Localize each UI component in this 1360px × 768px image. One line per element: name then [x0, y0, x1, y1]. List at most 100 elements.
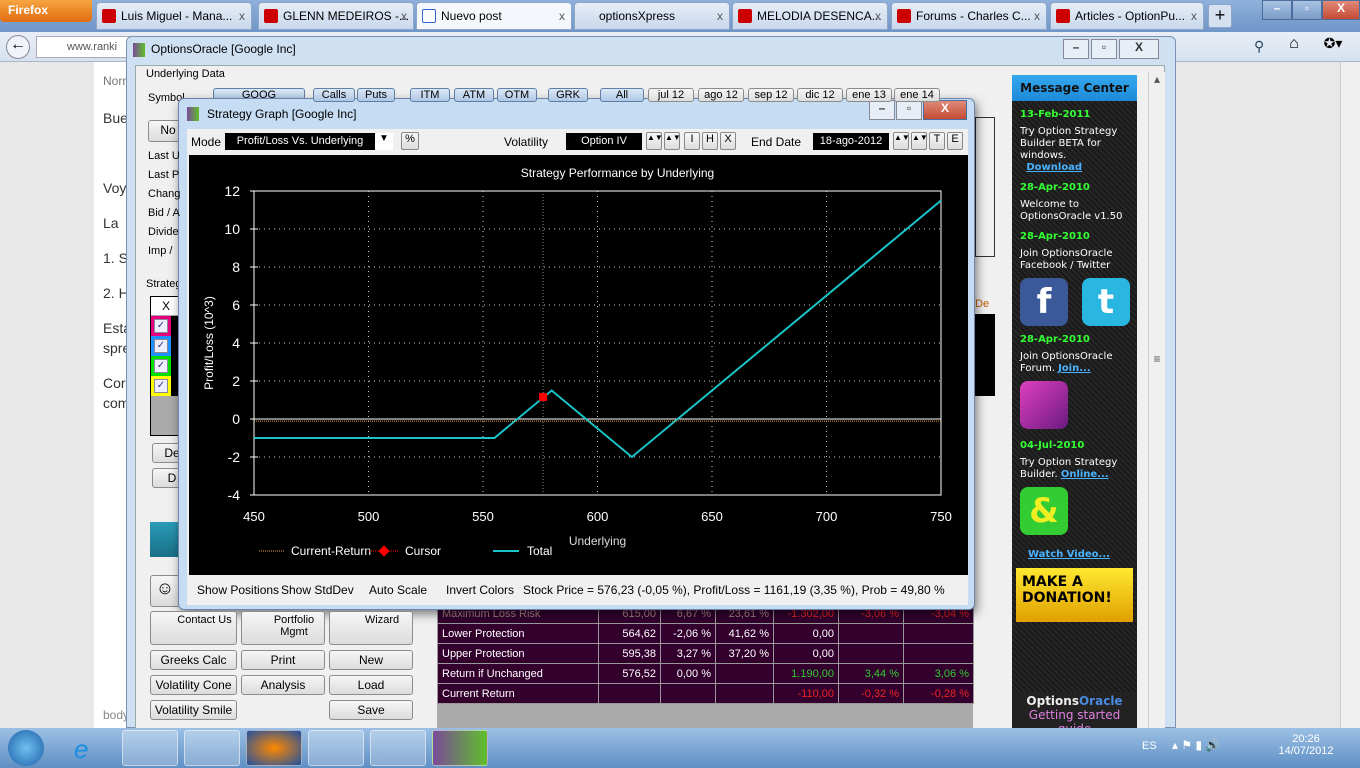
maximize-button[interactable]: ▫: [1292, 0, 1322, 20]
show-positions-button[interactable]: Show Positions: [197, 583, 279, 597]
browser-tab[interactable]: Forums - Charles C... x: [891, 2, 1047, 30]
options-scrollbar[interactable]: [975, 117, 995, 257]
home-icon[interactable]: ⌂: [1282, 35, 1306, 59]
language-indicator[interactable]: ES: [1142, 740, 1157, 752]
window-scrollbar[interactable]: ▴ ≡: [1148, 72, 1165, 728]
tool-button[interactable]: Save: [329, 700, 413, 720]
percent-button[interactable]: %: [401, 132, 419, 150]
download-link[interactable]: Download: [1026, 162, 1082, 173]
join-link[interactable]: Join...: [1058, 363, 1091, 374]
page-scrollbar[interactable]: [1340, 62, 1360, 728]
twitter-icon[interactable]: t: [1082, 278, 1130, 326]
tool-button[interactable]: Load: [329, 675, 413, 695]
expiration-button[interactable]: E: [947, 132, 963, 150]
browser-tab[interactable]: optionsXpress x: [574, 2, 730, 30]
end-date-spinner[interactable]: ▲▼: [911, 132, 928, 150]
tab-close-icon[interactable]: x: [239, 9, 245, 23]
strategy-row-checkbox[interactable]: ✓: [151, 356, 171, 376]
tab-close-icon[interactable]: x: [559, 9, 565, 23]
filter-button[interactable]: ene 13: [846, 88, 892, 102]
implied-vol-button[interactable]: I: [684, 132, 700, 150]
avatar-icon[interactable]: ☺: [150, 575, 180, 607]
filter-button[interactable]: ene 14: [894, 88, 940, 102]
filter-button[interactable]: Calls: [313, 88, 355, 102]
minimize-button[interactable]: –: [1063, 39, 1089, 59]
watch-video-link[interactable]: Watch Video...: [1028, 549, 1110, 560]
tab-close-icon[interactable]: x: [717, 9, 723, 23]
strategy-builder-icon[interactable]: &: [1020, 487, 1068, 535]
maximize-button[interactable]: ▫: [896, 100, 922, 120]
start-button[interactable]: [8, 730, 44, 766]
today-button[interactable]: T: [929, 132, 945, 150]
tool-button[interactable]: Portfolio Mgmt: [241, 611, 325, 645]
strategy-row-checkbox[interactable]: ✓: [151, 316, 171, 336]
tool-button[interactable]: Wizard: [329, 611, 413, 645]
browser-tab[interactable]: GLENN MEDEIROS -... x: [258, 2, 414, 30]
volatility-spinner[interactable]: ▲▼: [646, 132, 663, 150]
tool-button[interactable]: Print: [241, 650, 325, 670]
browser-tab[interactable]: MELODIA DESENCA... x: [732, 2, 888, 30]
filter-button[interactable]: ago 12: [698, 88, 744, 102]
chevron-down-icon[interactable]: ▼: [375, 133, 393, 150]
filter-button[interactable]: ATM: [454, 88, 494, 102]
filter-button[interactable]: Puts: [357, 88, 395, 102]
auto-scale-button[interactable]: Auto Scale: [369, 583, 427, 597]
chart[interactable]: Strategy Performance by Underlying 450 500…: [189, 155, 968, 575]
online-link[interactable]: Online...: [1061, 469, 1109, 480]
show-stddev-button[interactable]: Show StdDev: [281, 583, 354, 597]
filter-button[interactable]: All: [600, 88, 644, 102]
strategy-row-checkbox[interactable]: ✓: [151, 336, 171, 356]
tray-icons[interactable]: ▴ ⚑ ▮ 🔊: [1172, 738, 1220, 752]
tool-button[interactable]: Volatility Smile: [150, 700, 237, 720]
back-icon[interactable]: ←: [6, 35, 30, 59]
end-date-spinner[interactable]: ▲▼: [893, 132, 910, 150]
close-button[interactable]: X: [923, 100, 967, 120]
optionsoracle-taskbar-icon[interactable]: [432, 730, 488, 766]
bookmarks-icon[interactable]: ✪▾: [1316, 35, 1350, 59]
browser-tab[interactable]: Articles - OptionPu... x: [1050, 2, 1204, 30]
filter-button[interactable]: jul 12: [648, 88, 694, 102]
close-button[interactable]: X: [1119, 39, 1159, 59]
filter-button[interactable]: sep 12: [748, 88, 794, 102]
internet-explorer-icon[interactable]: e: [74, 734, 88, 765]
filter-button[interactable]: dic 12: [797, 88, 843, 102]
browser-tab[interactable]: Nuevo post x: [416, 2, 572, 30]
vol-x-button[interactable]: X: [720, 132, 736, 150]
minimize-button[interactable]: –: [869, 100, 895, 120]
close-button[interactable]: X: [1322, 0, 1360, 20]
explorer-icon[interactable]: [122, 730, 178, 766]
app-icon[interactable]: [308, 730, 364, 766]
donate-button[interactable]: MAKE A DONATION!: [1016, 568, 1133, 622]
filter-button[interactable]: ITM: [410, 88, 450, 102]
tool-button[interactable]: Greeks Calc: [150, 650, 237, 670]
facebook-icon[interactable]: f: [1020, 278, 1068, 326]
tab-close-icon[interactable]: x: [1034, 9, 1040, 23]
volatility-select[interactable]: Option IV: [566, 133, 642, 150]
clock-date[interactable]: 14/07/2012: [1276, 745, 1336, 757]
tool-button[interactable]: Volatility Cone: [150, 675, 237, 695]
forum-icon[interactable]: [1020, 381, 1068, 429]
firefox-menu-button[interactable]: Firefox: [0, 0, 92, 22]
filter-button[interactable]: GRK: [548, 88, 588, 102]
tool-button[interactable]: New: [329, 650, 413, 670]
clock-time[interactable]: 20:26: [1276, 733, 1336, 745]
browser-tab[interactable]: Luis Miguel - Mana... x: [96, 2, 252, 30]
calculator-icon[interactable]: [370, 730, 426, 766]
end-date-field[interactable]: 18-ago-2012: [813, 133, 889, 150]
chart-svg[interactable]: Strategy Performance by Underlying 450 500…: [189, 155, 968, 575]
invert-colors-button[interactable]: Invert Colors: [446, 583, 514, 597]
volatility-spinner[interactable]: ▲▼: [664, 132, 681, 150]
tab-close-icon[interactable]: x: [401, 9, 407, 23]
media-player-icon[interactable]: [184, 730, 240, 766]
maximize-button[interactable]: ▫: [1091, 39, 1117, 59]
tool-button[interactable]: Contact Us: [150, 611, 237, 645]
filter-button[interactable]: OTM: [497, 88, 537, 102]
strategy-row-checkbox[interactable]: ✓: [151, 376, 171, 396]
tab-close-icon[interactable]: x: [875, 9, 881, 23]
tab-close-icon[interactable]: x: [1191, 9, 1197, 23]
new-tab-button[interactable]: +: [1208, 4, 1232, 28]
minimize-button[interactable]: –: [1262, 0, 1292, 20]
tool-button[interactable]: Analysis: [241, 675, 325, 695]
search-icon[interactable]: ⚲: [1254, 38, 1264, 55]
firefox-icon[interactable]: [246, 730, 302, 766]
